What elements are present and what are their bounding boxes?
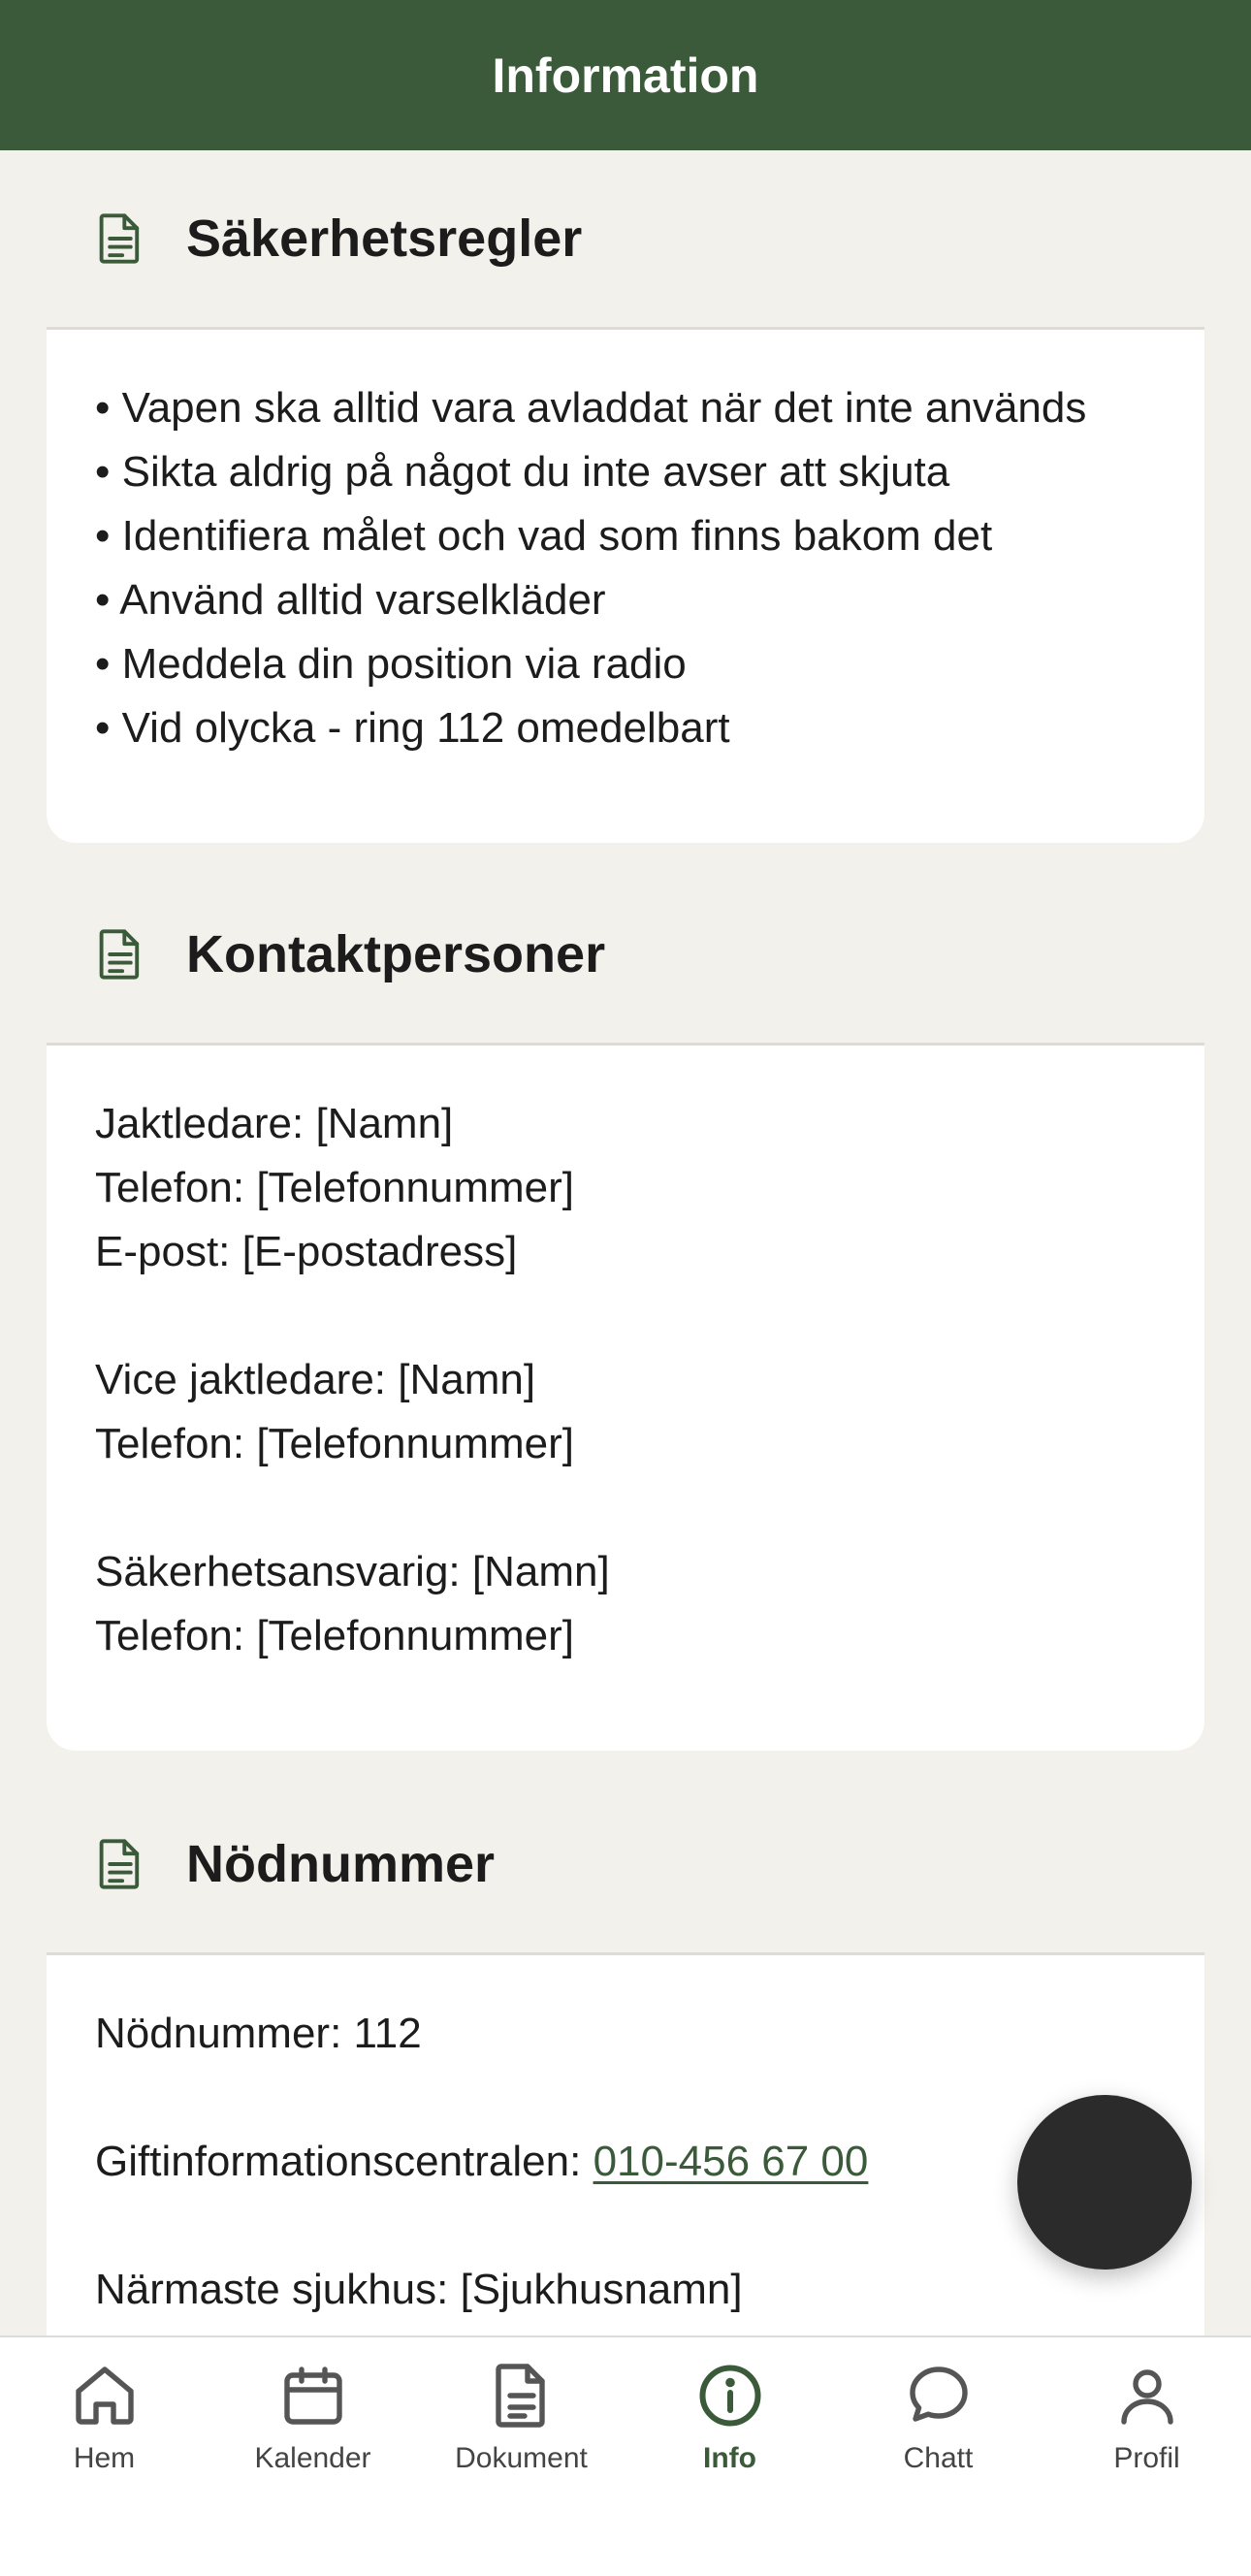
nearest-hospital: Närmaste sjukhus: [Sjukhusnamn] (95, 2266, 743, 2313)
tab-label: Kalender (254, 2442, 371, 2474)
chat-bubble-icon (909, 2367, 968, 2422)
page-title: Information (492, 48, 759, 103)
app-header: Information (0, 0, 1251, 150)
card-safety-rules: • Vapen ska alltid vara avladdat när det… (47, 330, 1204, 843)
emergency-number: Nödnummer: 112 (95, 2010, 422, 2057)
tab-label: Chatt (903, 2442, 974, 2474)
poison-info-label: Giftinformationscentralen: (95, 2138, 593, 2185)
rule-item: • Använd alltid varselkläder (95, 576, 606, 624)
tab-label: Info (703, 2442, 756, 2474)
tab-dokument[interactable]: Dokument (417, 2337, 626, 2576)
tab-label: Dokument (455, 2442, 588, 2474)
content-scroll[interactable]: Säkerhetsregler • Vapen ska alltid vara … (0, 150, 1251, 2337)
document-icon (99, 1839, 140, 1889)
tab-hem[interactable]: Hem (0, 2337, 208, 2576)
info-icon (699, 2365, 760, 2427)
section-title-safety: Säkerhetsregler (186, 209, 583, 268)
document-icon (495, 2364, 545, 2428)
section-title-emergency: Nödnummer (186, 1835, 496, 1893)
document-icon (99, 213, 140, 264)
rule-item: • Vid olycka - ring 112 omedelbart (95, 704, 730, 752)
home-icon (75, 2367, 134, 2425)
contact-vice-name: Vice jaktledare: [Namn] (95, 1356, 536, 1403)
document-icon (99, 929, 140, 980)
section-header-emergency: Nödnummer (47, 1776, 1204, 1955)
rule-item: • Sikta aldrig på något du inte avser at… (95, 448, 950, 496)
tab-info[interactable]: Info (626, 2337, 834, 2576)
section-header-contacts: Kontaktpersoner (47, 866, 1204, 1046)
rule-item: • Identifiera målet och vad som finns ba… (95, 512, 993, 560)
contact-vice-phone: Telefon: [Telefonnummer] (95, 1420, 575, 1467)
floating-action-button[interactable] (1017, 2095, 1192, 2270)
contact-leader-phone: Telefon: [Telefonnummer] (95, 1164, 575, 1211)
poison-info-line: Giftinformationscentralen: 010-456 67 00 (95, 2130, 1156, 2194)
rule-item: • Vapen ska alltid vara avladdat när det… (95, 384, 1087, 432)
tab-kalender[interactable]: Kalender (208, 2337, 417, 2576)
contact-safety-officer-name: Säkerhetsansvarig: [Namn] (95, 1548, 610, 1595)
section-title-contacts: Kontaktpersoner (186, 925, 606, 983)
contact-safety-officer-phone: Telefon: [Telefonnummer] (95, 1612, 575, 1659)
tab-profil[interactable]: Profil (1042, 2337, 1251, 2576)
contact-leader-email: E-post: [E-postadress] (95, 1228, 518, 1275)
rule-item: • Meddela din position via radio (95, 640, 687, 688)
calendar-icon (283, 2367, 342, 2425)
tab-label: Profil (1113, 2442, 1180, 2474)
bottom-tab-bar: Hem Kalender Dokument Info Chatt Profil (0, 2335, 1251, 2576)
poison-info-phone-link[interactable]: 010-456 67 00 (593, 2138, 869, 2185)
section-header-safety: Säkerhetsregler (47, 150, 1204, 330)
person-icon (1120, 2369, 1173, 2425)
contact-leader-name: Jaktledare: [Namn] (95, 1100, 454, 1147)
tab-label: Hem (73, 2442, 136, 2474)
card-contacts: Jaktledare: [Namn] Telefon: [Telefonnumm… (47, 1046, 1204, 1751)
tab-chatt[interactable]: Chatt (834, 2337, 1042, 2576)
